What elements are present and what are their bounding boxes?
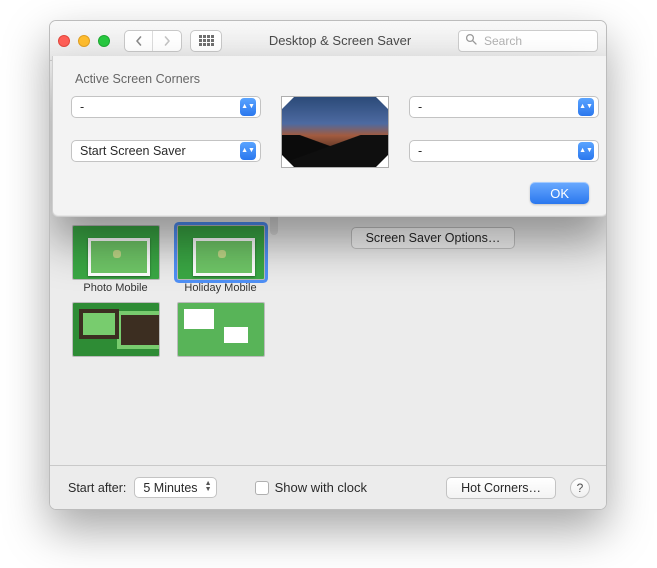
show-clock-label: Show with clock xyxy=(275,480,367,495)
corner-bottom-right-select[interactable]: - ▲▼ xyxy=(409,140,599,162)
start-after-label: Start after: xyxy=(68,481,126,495)
screensaver-thumb xyxy=(72,225,160,280)
search-input[interactable] xyxy=(482,33,591,49)
zoom-button[interactable] xyxy=(98,35,110,47)
bottom-bar: Start after: 5 Minutes ▲▼ Show with cloc… xyxy=(50,465,606,509)
grid-icon xyxy=(199,35,214,46)
screensaver-options-button[interactable]: Screen Saver Options… xyxy=(351,227,516,249)
screensaver-thumb xyxy=(177,302,265,357)
toolbar-search[interactable] xyxy=(458,30,598,52)
start-after-value: 5 Minutes xyxy=(143,481,197,495)
start-after-popup[interactable]: 5 Minutes ▲▼ xyxy=(134,477,216,498)
window-title: Desktop & Screen Saver xyxy=(230,33,450,48)
ok-button[interactable]: OK xyxy=(530,182,589,204)
prefs-window: Desktop & Screen Saver Reflections Origa… xyxy=(49,20,607,510)
window-toolbar: Desktop & Screen Saver xyxy=(50,21,606,61)
screensaver-label: Photo Mobile xyxy=(68,282,163,294)
screensaver-item[interactable]: Photo Mobile xyxy=(68,225,163,294)
corner-bottom-right-value: - xyxy=(418,144,422,158)
window-controls xyxy=(58,35,110,47)
corner-top-right-value: - xyxy=(418,100,422,114)
back-button[interactable] xyxy=(125,31,153,51)
corners-preview xyxy=(281,96,389,168)
corner-top-left-value: - xyxy=(80,100,84,114)
show-clock-row: Show with clock xyxy=(255,480,367,495)
screensaver-item[interactable] xyxy=(68,302,163,359)
hot-corners-sheet: Active Screen Corners - ▲▼ - ▲▼ Start Sc… xyxy=(52,56,607,217)
dropdown-arrows-icon: ▲▼ xyxy=(240,142,256,160)
dropdown-arrows-icon: ▲▼ xyxy=(578,142,594,160)
stepper-arrows-icon: ▲▼ xyxy=(205,481,212,493)
minimize-button[interactable] xyxy=(78,35,90,47)
search-icon xyxy=(465,33,477,48)
hot-corners-button[interactable]: Hot Corners… xyxy=(446,477,556,499)
nav-back-forward xyxy=(124,30,182,52)
corner-top-right-select[interactable]: - ▲▼ xyxy=(409,96,599,118)
help-button[interactable]: ? xyxy=(570,478,590,498)
screensaver-item-selected[interactable]: Holiday Mobile xyxy=(173,225,268,294)
hot-corners-grid: - ▲▼ - ▲▼ Start Screen Saver ▲▼ - ▲▼ xyxy=(71,96,589,168)
screensaver-thumb xyxy=(72,302,160,357)
sheet-footer: OK xyxy=(71,182,589,204)
corner-top-left-select[interactable]: - ▲▼ xyxy=(71,96,261,118)
corner-bottom-left-value: Start Screen Saver xyxy=(80,144,186,158)
screensaver-item[interactable] xyxy=(173,302,268,359)
show-all-button[interactable] xyxy=(190,30,222,52)
dropdown-arrows-icon: ▲▼ xyxy=(578,98,594,116)
screensaver-label: Holiday Mobile xyxy=(173,282,268,294)
close-button[interactable] xyxy=(58,35,70,47)
corner-bottom-left-select[interactable]: Start Screen Saver ▲▼ xyxy=(71,140,261,162)
help-icon: ? xyxy=(577,481,584,495)
screensaver-thumb xyxy=(177,225,265,280)
show-clock-checkbox[interactable] xyxy=(255,481,269,495)
sheet-title: Active Screen Corners xyxy=(75,72,589,86)
forward-button[interactable] xyxy=(153,31,181,51)
dropdown-arrows-icon: ▲▼ xyxy=(240,98,256,116)
